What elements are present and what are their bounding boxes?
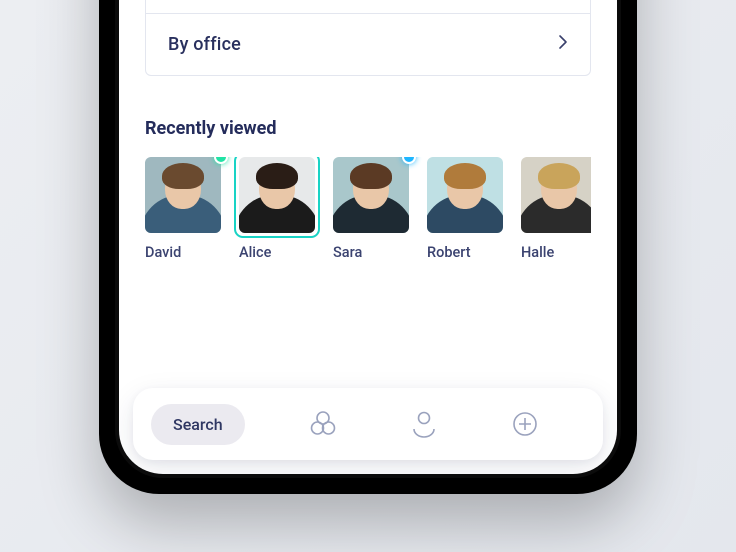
person-name: David: [145, 244, 181, 261]
person-card[interactable]: Sara: [333, 157, 409, 261]
avatar[interactable]: [521, 157, 591, 233]
tab-search-label: Search: [173, 415, 223, 434]
recently-viewed-title: Recently viewed: [145, 118, 591, 139]
portrait-placeholder: [427, 157, 503, 233]
filter-row-prev[interactable]: [146, 0, 590, 13]
tab-bar: Search: [133, 388, 603, 460]
person-name: Robert: [427, 244, 471, 261]
screen-content: By office Recently viewed David Alice Sara…: [119, 0, 617, 474]
status-dot: [404, 157, 414, 162]
tab-search[interactable]: Search: [151, 404, 245, 445]
recently-viewed-strip[interactable]: David Alice Sara Robert Halle: [145, 157, 591, 261]
avatar[interactable]: [239, 157, 315, 233]
filter-card: By office: [145, 0, 591, 76]
portrait-placeholder: [333, 157, 409, 233]
portrait-placeholder: [521, 157, 591, 233]
person-name: Alice: [239, 244, 271, 261]
avatar[interactable]: [333, 157, 409, 233]
person-name: Halle: [521, 244, 554, 261]
person-card[interactable]: Robert: [427, 157, 503, 261]
person-card[interactable]: David: [145, 157, 221, 261]
avatar[interactable]: [145, 157, 221, 233]
add-icon[interactable]: [505, 404, 545, 444]
portrait-placeholder: [145, 157, 221, 233]
portrait-placeholder: [239, 157, 315, 233]
profile-icon[interactable]: [404, 404, 444, 444]
avatar[interactable]: [427, 157, 503, 233]
phone-frame: By office Recently viewed David Alice Sara…: [99, 0, 637, 494]
person-card[interactable]: Alice: [239, 157, 315, 261]
phone-bezel: By office Recently viewed David Alice Sara…: [115, 0, 621, 478]
person-name: Sara: [333, 244, 362, 261]
person-card[interactable]: Halle: [521, 157, 591, 261]
filter-label: By office: [168, 34, 241, 55]
status-dot: [216, 157, 226, 162]
app-screen: By office Recently viewed David Alice Sara…: [119, 0, 617, 474]
tab-icons-group: [253, 404, 585, 444]
groups-icon[interactable]: [303, 404, 343, 444]
chevron-right-icon: [558, 34, 568, 55]
filter-row-by-office[interactable]: By office: [146, 13, 590, 75]
